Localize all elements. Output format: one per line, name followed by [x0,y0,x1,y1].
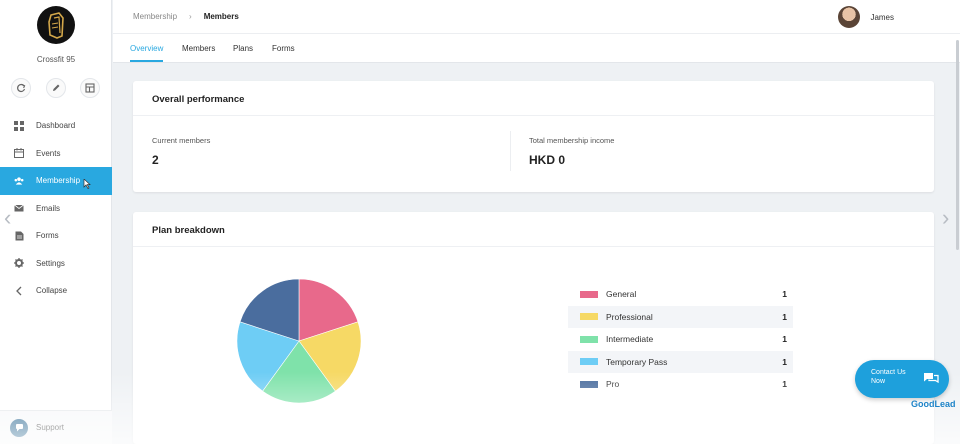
form-icon [14,231,24,241]
contact-us-button[interactable]: Contact Us Now [855,360,949,398]
user-name: James [870,12,894,22]
legend-item[interactable]: General 1 [568,283,793,305]
legend-item[interactable]: Temporary Pass 1 [568,350,793,373]
overall-performance-card: Overall performance Current members 2 To… [133,81,934,192]
gear-icon [14,258,24,269]
sidebar-item-emails[interactable]: Emails [0,195,112,223]
sidebar-item-label: Events [36,148,61,158]
divider [133,246,934,247]
tab-bar: Overview Members Plans Forms [113,34,960,63]
current-members-value: 2 [152,153,159,167]
legend-swatch [580,313,598,320]
breadcrumb-membership[interactable]: Membership [133,12,177,21]
legend-count: 1 [782,334,787,344]
breadcrumb-members: Members [203,12,239,21]
legend-count: 1 [782,356,787,367]
legend-label: Temporary Pass [606,356,668,367]
tab-plans[interactable]: Plans [233,44,253,53]
legend-label: Professional [606,311,653,322]
sidebar: Crossfit 95 Dashboard Events Membership … [0,0,112,444]
legend-swatch [580,335,598,343]
legend-count: 1 [782,311,787,322]
pie-chart [236,278,362,404]
sidebar-item-label: Emails [36,203,61,213]
income-value: HKD 0 [529,153,566,167]
support-button[interactable]: Support [0,410,112,444]
chat-bubble-icon [923,371,939,388]
sidebar-item-label: Membership [36,176,81,186]
sidebar-item-settings[interactable]: Settings [0,250,112,278]
divider [510,131,511,171]
mail-icon [14,203,24,213]
chat-icon [10,418,28,437]
legend-swatch [580,358,598,365]
layout-icon[interactable] [80,78,100,98]
widget-brand: GoodLead [911,399,956,409]
cursor-icon [83,177,91,191]
sidebar-item-label: Settings [36,258,65,268]
sidebar-item-forms[interactable]: Forms [0,222,112,250]
edit-icon[interactable] [46,78,66,98]
divider [133,115,934,116]
sidebar-item-events[interactable]: Events [0,140,112,168]
chevron-right-icon: › [189,12,192,21]
current-members-label: Current members [152,136,211,145]
sidebar-item-dashboard[interactable]: Dashboard [0,112,112,140]
sidebar-item-label: Dashboard [36,121,76,131]
legend-swatch [580,290,598,298]
calendar-icon [14,148,24,159]
legend-item[interactable]: Intermediate 1 [568,328,793,350]
carousel-prev-icon[interactable]: ‹ [4,205,11,231]
legend-count: 1 [782,289,787,299]
top-bar: Membership › Members James [113,0,960,34]
income-label: Total membership income [529,136,615,145]
sidebar-item-label: Forms [36,231,59,241]
legend-item[interactable]: Professional 1 [568,305,793,328]
legend-item[interactable]: Pro 1 [568,373,793,395]
legend-swatch [580,380,598,388]
scrollbar[interactable] [956,40,959,250]
tab-members[interactable]: Members [182,44,215,53]
tab-forms[interactable]: Forms [272,44,295,53]
legend-label: Pro [606,379,620,389]
card-title: Overall performance [152,94,245,105]
sidebar-item-membership[interactable]: Membership [0,167,112,195]
card-title: Plan breakdown [152,225,225,236]
tab-overview[interactable]: Overview [130,44,164,62]
user-menu[interactable]: James [838,6,894,28]
users-icon [14,176,24,186]
carousel-next-icon[interactable]: › [942,205,949,231]
refresh-icon[interactable] [11,78,31,98]
legend-count: 1 [782,379,787,389]
avatar[interactable] [838,6,861,28]
sidebar-item-label: Collapse [36,286,68,296]
breadcrumb: Membership › Members [133,12,239,21]
sidebar-item-collapse[interactable]: Collapse [0,277,112,305]
brand-logo[interactable] [37,6,75,44]
dashboard-icon [14,120,24,131]
plan-breakdown-card: Plan breakdown General 1 Professional 1 Inte… [133,212,934,444]
chevron-left-icon [14,286,24,296]
brand-name: Crossfit 95 [36,55,76,64]
legend-label: General [606,289,637,299]
sidebar-nav: Dashboard Events Membership Emails Forms… [0,112,112,305]
support-label: Support [36,423,65,432]
legend-label: Intermediate [606,334,654,344]
